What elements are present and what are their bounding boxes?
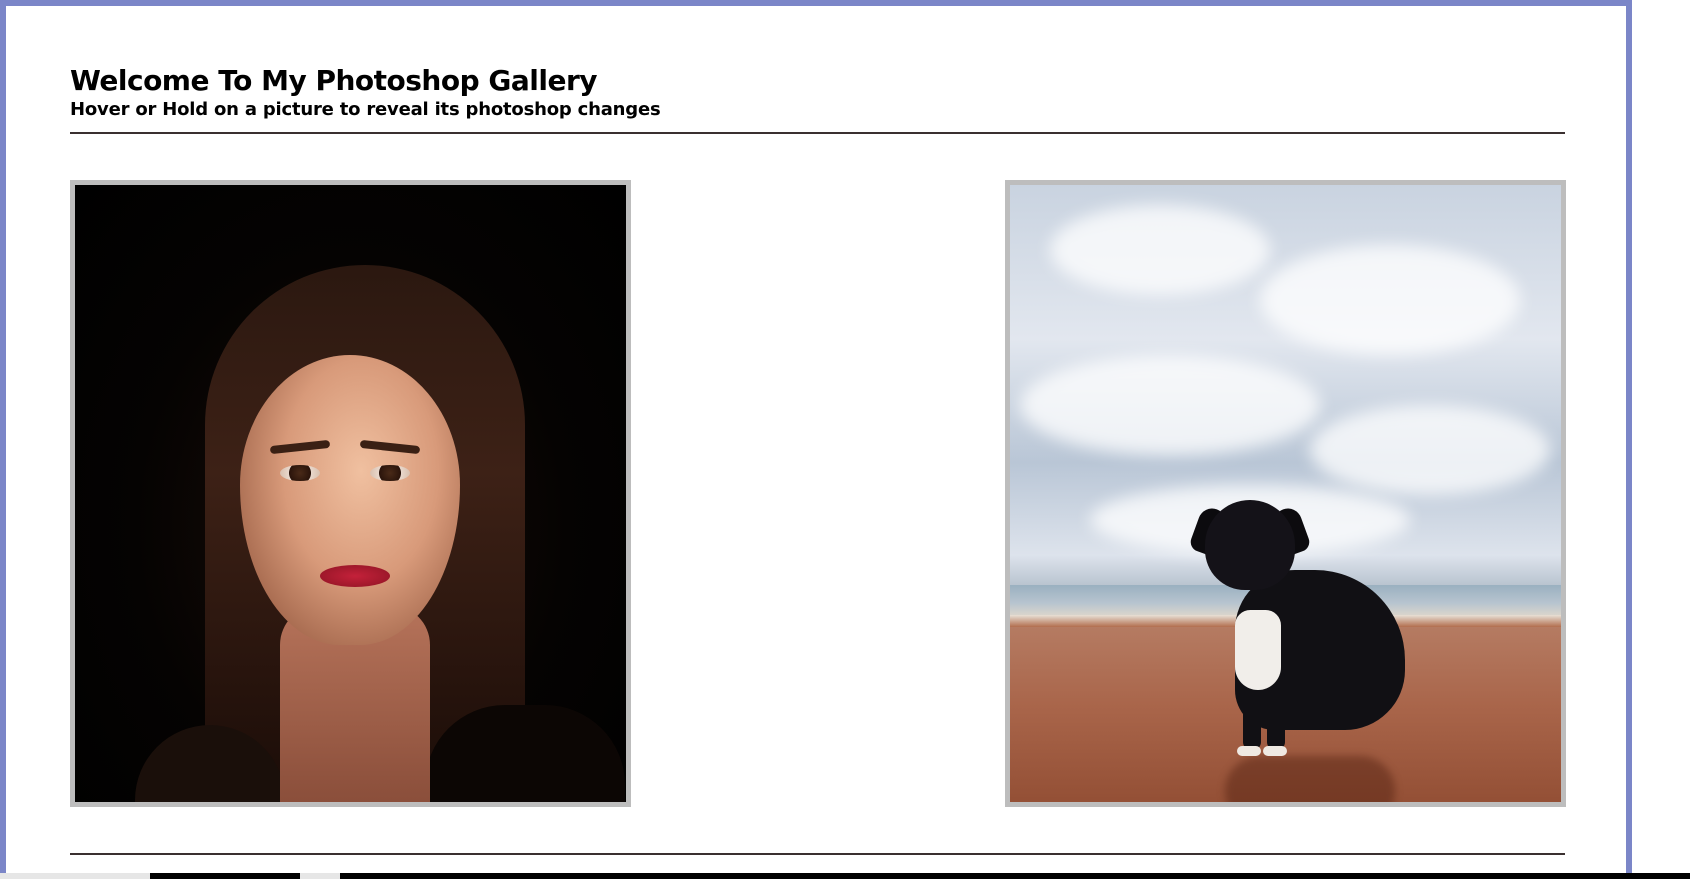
dog	[1187, 500, 1405, 802]
gallery-photo-dog[interactable]	[1005, 180, 1566, 807]
header-divider	[70, 132, 1565, 134]
portrait-eye-right	[370, 465, 410, 481]
portrait-lips	[320, 565, 390, 587]
cloud	[1020, 355, 1320, 455]
dog-chest	[1235, 610, 1281, 690]
page-title: Welcome To My Photoshop Gallery	[70, 64, 598, 97]
header: Welcome To My Photoshop Gallery Hover or…	[70, 64, 1565, 122]
portrait-face	[240, 355, 460, 645]
page-subtitle: Hover or Hold on a picture to reveal its…	[70, 99, 661, 120]
cloud	[1260, 245, 1520, 355]
dog-head	[1205, 500, 1295, 590]
footer-divider	[70, 853, 1565, 855]
bottom-scrollbar[interactable]	[0, 873, 1690, 879]
scrollbar-segment	[0, 873, 150, 879]
scrollbar-segment	[300, 873, 340, 879]
cloud	[1050, 205, 1270, 295]
dog-paw	[1263, 746, 1287, 756]
cloud	[1310, 405, 1550, 495]
dog-reflection	[1225, 756, 1395, 802]
portrait-eye-left	[280, 465, 320, 481]
dog-beach-image	[1010, 185, 1561, 802]
dog-paw	[1237, 746, 1261, 756]
gallery-photo-portrait[interactable]	[70, 180, 631, 807]
portrait-image	[75, 185, 626, 802]
